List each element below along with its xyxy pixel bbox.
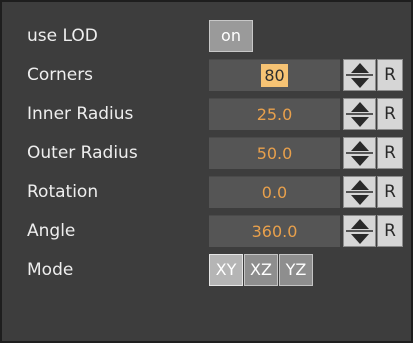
row-mode: Mode XY XZ YZ <box>2 250 411 290</box>
row-inner-radius: Inner Radius 25.0 R <box>2 94 411 134</box>
rotation-label: Rotation <box>27 182 99 202</box>
inner-radius-value: 25.0 <box>256 105 293 124</box>
inner-radius-increment-icon[interactable] <box>344 100 375 114</box>
row-angle: Angle 360.0 R <box>2 211 411 251</box>
rotation-reset-button[interactable]: R <box>377 176 403 208</box>
corners-field[interactable]: 80 <box>209 59 340 91</box>
mode-button-group: XY XZ YZ <box>209 254 314 286</box>
rotation-value: 0.0 <box>261 183 288 202</box>
mode-yz-button[interactable]: YZ <box>279 254 313 286</box>
angle-increment-icon[interactable] <box>344 217 375 231</box>
angle-label: Angle <box>27 221 76 241</box>
corners-decrement-icon[interactable] <box>344 76 375 90</box>
row-corners: Corners 80 R <box>2 55 411 95</box>
corners-increment-icon[interactable] <box>344 61 375 75</box>
corners-value: 80 <box>261 64 288 87</box>
outer-radius-field[interactable]: 50.0 <box>209 137 340 169</box>
inner-radius-field[interactable]: 25.0 <box>209 98 340 130</box>
corners-reset-button[interactable]: R <box>377 59 403 91</box>
mode-xz-button[interactable]: XZ <box>244 254 278 286</box>
outer-radius-increment-icon[interactable] <box>344 139 375 153</box>
mode-label: Mode <box>27 260 74 280</box>
angle-decrement-icon[interactable] <box>344 232 375 246</box>
rotation-decrement-icon[interactable] <box>344 193 375 207</box>
use-lod-label: use LOD <box>27 26 98 46</box>
outer-radius-decrement-icon[interactable] <box>344 154 375 168</box>
properties-panel: use LOD on Corners 80 R Inner Radius 25.… <box>0 0 413 343</box>
angle-reset-button[interactable]: R <box>377 215 403 247</box>
corners-spinner[interactable] <box>343 59 376 91</box>
inner-radius-spinner[interactable] <box>343 98 376 130</box>
mode-xy-button[interactable]: XY <box>209 254 243 286</box>
outer-radius-label: Outer Radius <box>27 143 138 163</box>
angle-spinner[interactable] <box>343 215 376 247</box>
angle-field[interactable]: 360.0 <box>209 215 340 247</box>
outer-radius-reset-button[interactable]: R <box>377 137 403 169</box>
outer-radius-spinner[interactable] <box>343 137 376 169</box>
row-outer-radius: Outer Radius 50.0 R <box>2 133 411 173</box>
inner-radius-label: Inner Radius <box>27 104 134 124</box>
rotation-spinner[interactable] <box>343 176 376 208</box>
rotation-field[interactable]: 0.0 <box>209 176 340 208</box>
row-use-lod: use LOD on <box>2 16 411 56</box>
row-rotation: Rotation 0.0 R <box>2 172 411 212</box>
outer-radius-value: 50.0 <box>256 144 293 163</box>
angle-value: 360.0 <box>251 222 298 241</box>
rotation-increment-icon[interactable] <box>344 178 375 192</box>
corners-value-wrap: 80 <box>209 60 340 91</box>
use-lod-toggle-button[interactable]: on <box>209 20 253 52</box>
inner-radius-reset-button[interactable]: R <box>377 98 403 130</box>
corners-label: Corners <box>27 65 94 85</box>
inner-radius-decrement-icon[interactable] <box>344 115 375 129</box>
